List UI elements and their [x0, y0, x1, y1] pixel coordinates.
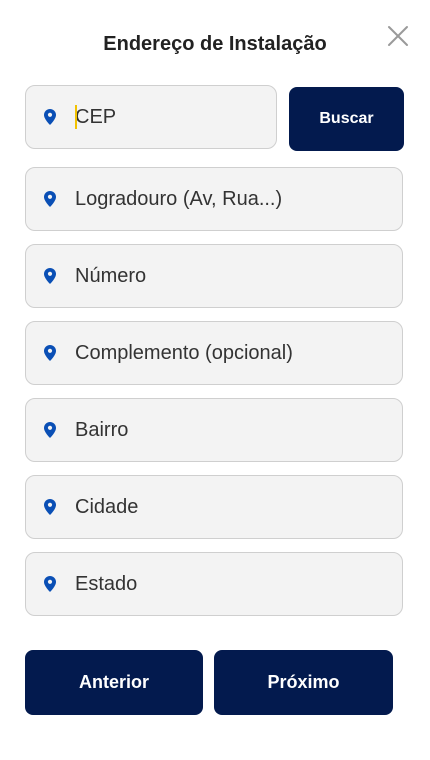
- location-pin-icon: [44, 576, 56, 592]
- close-button[interactable]: [386, 24, 410, 48]
- location-pin-icon: [44, 268, 56, 284]
- previous-button[interactable]: Anterior: [25, 650, 203, 715]
- city-input[interactable]: [75, 476, 392, 538]
- neighborhood-field[interactable]: [25, 398, 403, 462]
- complement-input[interactable]: [75, 322, 392, 384]
- number-input[interactable]: [75, 245, 392, 307]
- search-cep-button[interactable]: Buscar: [289, 87, 404, 151]
- location-pin-icon: [44, 345, 56, 361]
- location-pin-icon: [44, 109, 56, 125]
- state-field[interactable]: [25, 552, 403, 616]
- next-button[interactable]: Próximo: [214, 650, 393, 715]
- cep-input[interactable]: [75, 86, 266, 148]
- neighborhood-input[interactable]: [75, 399, 392, 461]
- city-field[interactable]: [25, 475, 403, 539]
- number-field[interactable]: [25, 244, 403, 308]
- cep-field[interactable]: [25, 85, 277, 149]
- location-pin-icon: [44, 191, 56, 207]
- street-input[interactable]: [75, 168, 392, 230]
- text-cursor: [75, 105, 77, 129]
- location-pin-icon: [44, 422, 56, 438]
- location-pin-icon: [44, 499, 56, 515]
- street-field[interactable]: [25, 167, 403, 231]
- close-icon: [388, 26, 408, 46]
- dialog-title: Endereço de Instalação: [103, 33, 327, 55]
- state-input[interactable]: [75, 553, 392, 615]
- complement-field[interactable]: [25, 321, 403, 385]
- address-dialog: Endereço de Instalação Buscar: [0, 0, 430, 760]
